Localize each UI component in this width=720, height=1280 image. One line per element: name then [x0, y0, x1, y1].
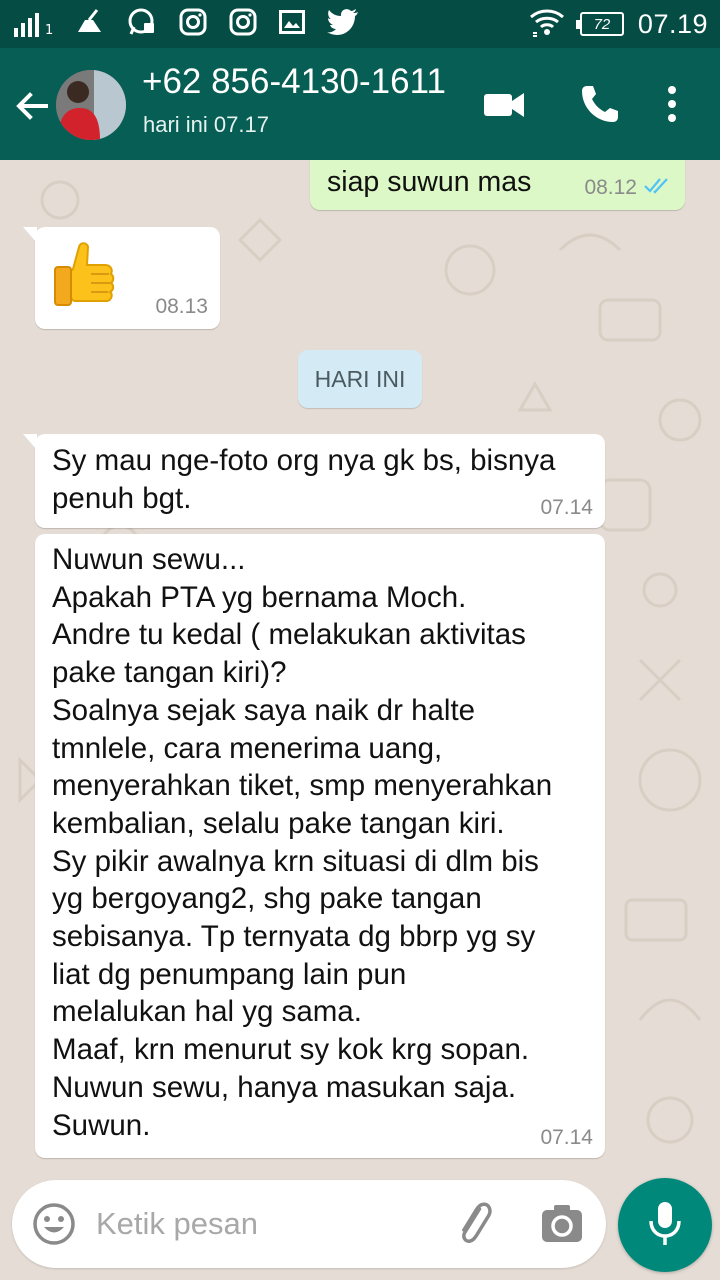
twitter-icon	[327, 9, 359, 39]
date-divider: HARI INI	[298, 350, 422, 408]
signal-sub-label: 1	[45, 23, 54, 38]
message-text: Sy mau nge-foto org nya gk bs, bisnya pe…	[52, 444, 556, 515]
bubble-tail	[23, 227, 37, 243]
message-time: 08.12	[584, 176, 637, 199]
contact-name[interactable]: +62 856-4130-1611	[142, 62, 446, 102]
status-bar: 1 72 07.19	[0, 0, 720, 48]
paperclip-icon[interactable]	[452, 1200, 498, 1252]
phone-icon[interactable]	[578, 82, 622, 130]
message-input[interactable]: Ketik pesan	[96, 1206, 258, 1242]
message-incoming[interactable]: Sy mau nge-foto org nya gk bs, bisnya pe…	[23, 434, 605, 528]
more-vert-icon[interactable]	[658, 82, 686, 130]
instagram-icon-2	[229, 8, 257, 40]
videocam-icon[interactable]	[482, 82, 526, 130]
whatsapp-notification-icon	[127, 7, 157, 41]
message-time: 07.14	[540, 1126, 593, 1149]
image-icon	[279, 10, 306, 38]
avatar[interactable]	[56, 70, 126, 140]
message-text: siap suwun mas	[327, 166, 532, 198]
mic-icon	[645, 1199, 685, 1251]
message-list[interactable]: siap suwun mas 08.12 08.13 HARI INI Sy m…	[0, 160, 720, 1180]
message-outgoing[interactable]: siap suwun mas 08.12	[310, 160, 685, 210]
message-composer: Ketik pesan	[12, 1180, 606, 1268]
conversation-header: +62 856-4130-1611 hari ini 07.17	[0, 48, 720, 160]
message-meta: 08.12	[584, 176, 673, 200]
message-text: Nuwun sewu... Apakah PTA yg bernama Moch…	[52, 543, 553, 1142]
read-ticks-icon	[643, 176, 673, 200]
arrow-left-icon[interactable]	[12, 86, 52, 126]
emoji-icon[interactable]	[32, 1202, 76, 1250]
instagram-icon	[179, 8, 207, 40]
clock: 07.19	[637, 8, 708, 39]
mic-button[interactable]	[618, 1178, 712, 1272]
battery-icon: 72	[575, 12, 624, 36]
message-incoming[interactable]: 08.13	[23, 227, 220, 329]
camera-icon[interactable]	[540, 1202, 584, 1250]
cleaner-icon	[75, 8, 105, 40]
battery-level: 72	[593, 15, 611, 33]
thumbs-up-emoji-icon	[51, 239, 117, 316]
bubble-tail	[23, 434, 37, 450]
message-time: 08.13	[155, 295, 208, 318]
last-seen: hari ini 07.17	[143, 112, 269, 137]
message-incoming[interactable]: Nuwun sewu... Apakah PTA yg bernama Moch…	[35, 534, 605, 1158]
message-time: 07.14	[540, 496, 593, 519]
signal-icon: 1	[14, 11, 53, 37]
wifi-icon	[528, 7, 566, 41]
